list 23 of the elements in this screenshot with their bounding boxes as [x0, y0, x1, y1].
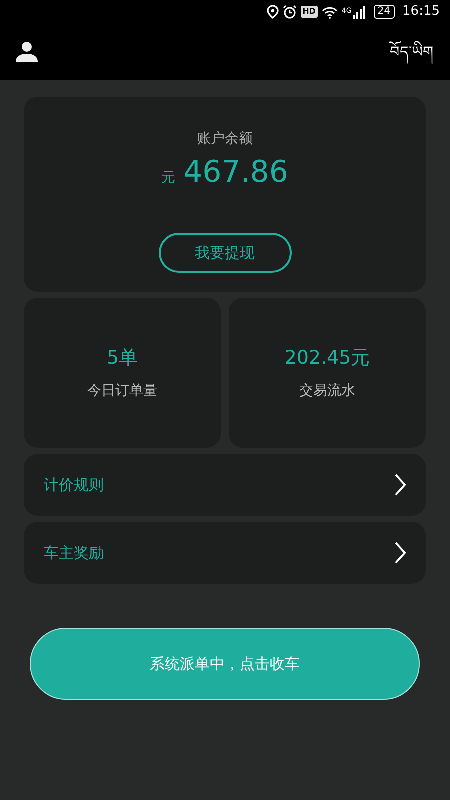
menu-label: 车主奖励: [44, 542, 104, 564]
balance-label: 账户余额: [197, 130, 253, 149]
battery-level: 24: [374, 5, 395, 19]
language-link[interactable]: བོད་ཡིག: [390, 40, 434, 64]
stat-label: 交易流水: [300, 382, 356, 401]
menu-label: 计价规则: [44, 474, 104, 496]
menu-row[interactable]: 计价规则: [24, 454, 426, 516]
stat-value: 5单: [106, 346, 138, 372]
status-time: 16:15: [402, 3, 440, 22]
withdraw-button[interactable]: 我要提现: [158, 233, 292, 273]
chevron-right-icon: [394, 474, 406, 496]
stat-label: 今日订单量: [88, 382, 158, 401]
chevron-right-icon: [394, 542, 406, 564]
balance-amount: 467.86: [184, 154, 288, 192]
menu-row[interactable]: 车主奖励: [24, 522, 426, 584]
currency-label: 元: [162, 169, 176, 188]
alarm-icon: [282, 5, 297, 19]
wifi-icon: [322, 6, 338, 18]
stat-value: 202.45元: [284, 346, 370, 372]
signal-icon: [352, 6, 366, 18]
location-icon: [266, 5, 279, 19]
profile-icon[interactable]: [16, 42, 38, 62]
hd-badge: HD: [300, 6, 318, 18]
